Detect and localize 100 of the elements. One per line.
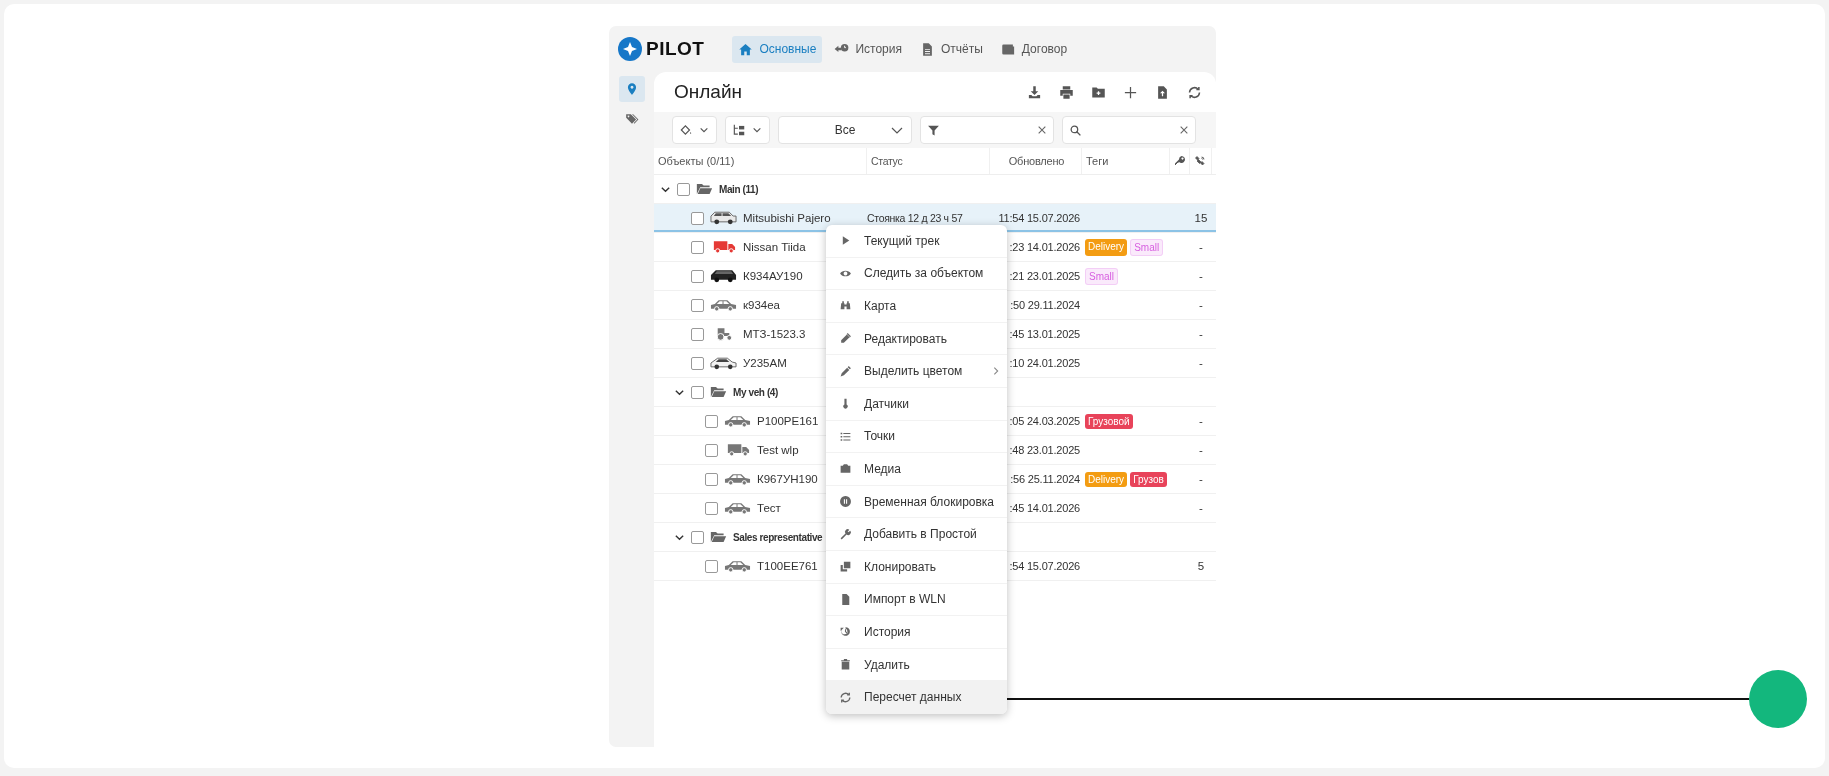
table-cell: -: [1199, 270, 1203, 282]
menu-item[interactable]: Добавить в Простой: [826, 518, 1007, 551]
logo-icon: [618, 37, 642, 61]
tag: Delivery: [1085, 471, 1128, 487]
group-name: Sales representative: [733, 531, 823, 543]
table-cell: -: [1199, 444, 1203, 456]
car-icon: [710, 298, 737, 312]
checkbox[interactable]: [691, 240, 704, 254]
add-icon[interactable]: [1123, 84, 1138, 100]
logo-text: PILOT: [646, 38, 705, 60]
group-name: My veh (4): [733, 386, 778, 398]
menu-item[interactable]: Медиа: [826, 453, 1007, 486]
checkbox[interactable]: [705, 501, 718, 515]
status-text: Стоянка 12 д 23 ч 57: [867, 212, 963, 224]
minivan-icon: [710, 269, 737, 283]
car-icon: [710, 356, 737, 370]
folder-icon: [696, 183, 713, 195]
tag: Small: [1130, 238, 1164, 256]
checkbox[interactable]: [705, 472, 718, 486]
updated-time: :50 29.11.2024: [1010, 299, 1080, 311]
menu-item[interactable]: Выделить цветом: [826, 355, 1007, 388]
object-name: Р100РЕ161: [757, 415, 819, 427]
home-icon: [738, 41, 754, 57]
menu-item[interactable]: Редактировать: [826, 322, 1007, 356]
menu-item[interactable]: Клонировать: [826, 550, 1007, 584]
history-icon: [839, 625, 852, 639]
object-name: Test wlp: [757, 444, 799, 456]
folder-icon: [710, 531, 727, 543]
suv-icon: [710, 211, 737, 225]
checkbox[interactable]: [705, 414, 718, 428]
caret-icon: [752, 125, 762, 135]
column-header[interactable]: Объекты (0/11): [658, 155, 735, 167]
brush-icon: [839, 364, 852, 378]
object-name: Т100ЕЕ761: [757, 560, 818, 572]
trash-icon: [839, 658, 852, 671]
updated-time: :23 14.01.2026: [1009, 241, 1080, 253]
menu-item[interactable]: Временная блокировка: [826, 485, 1007, 519]
table-cell: 5: [1197, 560, 1205, 572]
column-header[interactable]: Обновлено: [1008, 155, 1065, 167]
table-cell: -: [1199, 328, 1203, 340]
checkbox[interactable]: [691, 385, 704, 399]
filter-field[interactable]: [920, 116, 1054, 144]
checkbox[interactable]: [677, 182, 690, 196]
tag: Small: [1085, 267, 1118, 285]
color-fill-button[interactable]: [672, 116, 717, 144]
search-field[interactable]: [1062, 116, 1196, 144]
updated-time: :45 14.01.2026: [1009, 502, 1080, 514]
table-cell: 15: [1194, 212, 1208, 224]
object-name: К934АУ190: [743, 270, 803, 282]
menu-item[interactable]: Карта: [826, 290, 1007, 323]
tree-view-button[interactable]: [725, 116, 770, 144]
checkbox[interactable]: [705, 443, 718, 457]
checkbox[interactable]: [691, 327, 704, 341]
menu-item[interactable]: Пересчет данных: [826, 681, 1007, 714]
satellite-icon[interactable]: [1194, 155, 1206, 167]
checkbox[interactable]: [705, 559, 718, 573]
dropdown[interactable]: Все: [778, 116, 912, 144]
table-cell: -: [1199, 502, 1203, 514]
checkbox[interactable]: [691, 298, 704, 312]
nav-tab[interactable]: Основные: [732, 35, 823, 63]
menu-item[interactable]: Текущий трек: [826, 225, 1007, 258]
updated-time: :10 24.01.2025: [1009, 357, 1080, 369]
menu-item[interactable]: Следить за объектом: [826, 257, 1007, 291]
tag: Delivery: [1085, 238, 1128, 256]
pause-icon: [839, 495, 852, 509]
refresh-icon: [839, 690, 852, 704]
nav-tab[interactable]: История: [828, 35, 908, 63]
tags-icon: [624, 112, 639, 126]
key-icon[interactable]: [1174, 155, 1186, 167]
checkbox[interactable]: [691, 269, 704, 283]
updated-time: :54 15.07.2026: [1009, 560, 1080, 572]
clear-icon[interactable]: [1037, 125, 1047, 135]
refresh-icon[interactable]: [1187, 84, 1202, 100]
nav-tab[interactable]: Договор: [994, 35, 1074, 63]
download-icon[interactable]: [1027, 84, 1042, 100]
table-cell: -: [1199, 241, 1203, 253]
map-pin-button[interactable]: [618, 76, 645, 102]
tree-icon: [732, 123, 746, 137]
table-cell: -: [1199, 415, 1203, 427]
column-header[interactable]: Теги: [1086, 155, 1109, 167]
column-header[interactable]: Статус: [871, 155, 903, 167]
menu-item[interactable]: Точки: [826, 420, 1007, 454]
folder-icon: [710, 386, 727, 398]
updated-time: :05 24.03.2025: [1009, 415, 1080, 427]
print-icon[interactable]: [1059, 84, 1074, 100]
menu-item[interactable]: Датчики: [826, 387, 1007, 421]
clear-icon[interactable]: [1179, 125, 1189, 135]
menu-item[interactable]: Импорт в WLN: [826, 583, 1007, 617]
page-title: Онлайн: [674, 81, 743, 103]
updated-time: :48 23.01.2025: [1009, 444, 1080, 456]
object-name: к934еа: [743, 299, 780, 311]
car-icon: [724, 414, 751, 428]
table-cell: -: [1199, 357, 1203, 369]
menu-item[interactable]: История: [826, 616, 1007, 649]
checkbox[interactable]: [691, 356, 704, 370]
edit-icon: [839, 332, 852, 346]
updated-time: 11:54 15.07.2026: [998, 212, 1080, 224]
tag: Грузов: [1130, 471, 1167, 487]
checkbox[interactable]: [691, 530, 704, 544]
nav-tab[interactable]: Отчёты: [913, 35, 989, 63]
